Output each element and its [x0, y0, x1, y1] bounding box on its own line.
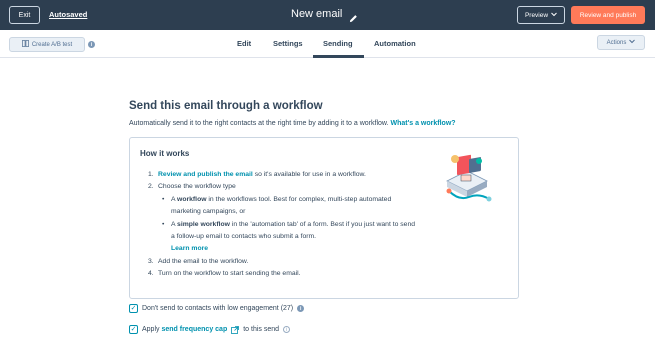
low-engagement-label: Don't send to contacts with low engageme…	[142, 305, 294, 312]
pencil-icon[interactable]	[349, 10, 358, 22]
sub-item-simple-workflow: • A simple workflow in the 'automation t…	[162, 220, 416, 253]
page-title: Send this email through a workflow	[129, 100, 323, 112]
tab-sending[interactable]: Sending	[323, 39, 353, 48]
external-link-icon[interactable]	[231, 325, 240, 334]
main-content: Send this email through a workflow Autom…	[0, 58, 655, 359]
step-1: 1. Review and publish the email so it's …	[148, 171, 366, 178]
sub-item-workflow: • A workflow in the workflows tool. Best…	[162, 195, 392, 216]
preview-label: Preview	[524, 11, 549, 19]
ab-test-icon	[21, 40, 29, 49]
review-and-publish-link[interactable]: Review and publish the email	[158, 171, 253, 178]
tab-automation[interactable]: Automation	[374, 39, 416, 48]
learn-more-link[interactable]: Learn more	[171, 245, 208, 252]
frequency-cap-suffix: to this send	[243, 326, 280, 333]
tab-edit[interactable]: Edit	[237, 39, 251, 48]
info-icon[interactable]: i	[297, 305, 305, 312]
send-frequency-cap-link[interactable]: send frequency cap	[161, 326, 227, 333]
create-ab-test-button[interactable]: Create A/B test	[9, 37, 85, 52]
page-description: Automatically send it to the right conta…	[129, 120, 456, 127]
frequency-cap-checkbox[interactable]: ✓	[129, 325, 138, 334]
low-engagement-checkbox[interactable]: ✓	[129, 304, 138, 313]
step-3: 3. Add the email to the workflow.	[148, 257, 249, 265]
actions-label: Actions	[606, 39, 627, 46]
workflow-illustration	[435, 147, 499, 211]
tab-settings[interactable]: Settings	[273, 39, 303, 48]
description-text: Automatically send it to the right conta…	[129, 120, 389, 127]
steps-list: 1. Review and publish the email so it's …	[148, 169, 418, 281]
preview-button[interactable]: Preview	[517, 6, 565, 24]
review-and-publish-button[interactable]: Review and publish	[571, 6, 645, 24]
card-title: How it works	[140, 149, 190, 158]
info-icon[interactable]: i	[283, 326, 291, 333]
low-engagement-option[interactable]: ✓ Don't send to contacts with low engage…	[129, 304, 305, 313]
top-bar: Exit Autosaved New email Preview Review …	[0, 0, 655, 30]
exit-button[interactable]: Exit	[9, 6, 40, 24]
email-title-area[interactable]: New email	[291, 8, 358, 22]
chevron-down-icon	[551, 12, 557, 19]
email-title: New email	[291, 8, 343, 20]
chevron-down-icon	[629, 39, 636, 46]
how-it-works-card: How it works 1. Review and publish the e…	[129, 137, 519, 299]
editor-nav: Create A/B test i Edit Settings Sending …	[0, 30, 655, 58]
frequency-cap-option[interactable]: ✓ Apply send frequency cap to this send …	[129, 325, 291, 334]
info-icon[interactable]: i	[88, 41, 95, 48]
step-4: 4. Turn on the workflow to start sending…	[148, 270, 301, 278]
frequency-cap-label: Apply send frequency cap	[142, 326, 228, 333]
actions-dropdown[interactable]: Actions	[597, 35, 645, 50]
whats-a-workflow-link[interactable]: What's a workflow?	[390, 120, 455, 127]
autosaved-link[interactable]: Autosaved	[49, 10, 87, 19]
ab-test-label: Create A/B test	[31, 41, 73, 48]
step-2: 2. Choose the workflow type	[148, 183, 236, 191]
